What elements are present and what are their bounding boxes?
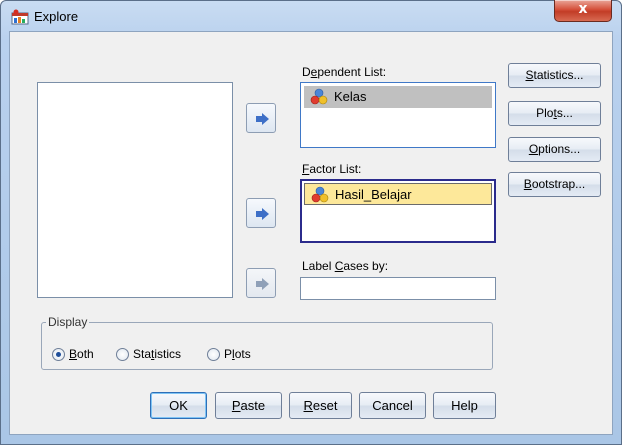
- label-cases-label: Label Cases by:: [302, 259, 389, 273]
- move-to-label-cases-button[interactable]: [246, 268, 276, 298]
- factor-list[interactable]: Hasil_Belajar: [300, 179, 496, 243]
- move-to-factor-button[interactable]: [246, 198, 276, 228]
- nominal-variable-icon: [311, 186, 329, 203]
- label-cases-field[interactable]: [300, 277, 496, 300]
- plots-radio[interactable]: [207, 348, 220, 361]
- nominal-variable-icon: [310, 88, 328, 105]
- dependent-list[interactable]: Kelas: [300, 82, 496, 148]
- plots-radio-label[interactable]: Plots: [224, 347, 251, 361]
- factor-item-label: Hasil_Belajar: [335, 187, 412, 202]
- arrow-right-icon: [256, 278, 269, 290]
- list-item[interactable]: Kelas: [304, 86, 492, 108]
- display-group-title: Display: [46, 315, 90, 329]
- arrow-right-icon: [256, 113, 269, 125]
- window-title: Explore: [34, 9, 79, 24]
- statistics-radio[interactable]: [116, 348, 129, 361]
- close-icon: x: [578, 1, 588, 17]
- factor-list-label: Factor List:: [302, 162, 362, 176]
- help-button[interactable]: Help: [433, 392, 496, 419]
- close-button[interactable]: x: [554, 0, 612, 22]
- title-bar[interactable]: Explore: [1, 1, 621, 31]
- ok-button[interactable]: OK: [150, 392, 207, 419]
- arrow-right-icon: [256, 208, 269, 220]
- source-variable-list[interactable]: [37, 82, 233, 298]
- list-item[interactable]: Hasil_Belajar: [304, 183, 492, 205]
- reset-button[interactable]: Reset: [289, 392, 352, 419]
- plots-button[interactable]: Plots...: [508, 101, 601, 126]
- both-radio-label[interactable]: Both: [69, 347, 94, 361]
- move-to-dependent-button[interactable]: [246, 103, 276, 133]
- bootstrap-button[interactable]: Bootstrap...: [508, 172, 601, 197]
- dependent-list-label: Dependent List:: [302, 65, 387, 79]
- statistics-button[interactable]: Statistics...: [508, 63, 601, 88]
- explore-app-icon: [11, 9, 29, 25]
- options-button[interactable]: Options...: [508, 137, 601, 162]
- cancel-button[interactable]: Cancel: [359, 392, 426, 419]
- both-radio[interactable]: [52, 348, 65, 361]
- dependent-item-label: Kelas: [334, 89, 367, 104]
- statistics-radio-label[interactable]: Statistics: [133, 347, 181, 361]
- paste-button[interactable]: Paste: [215, 392, 282, 419]
- display-group: [41, 322, 493, 370]
